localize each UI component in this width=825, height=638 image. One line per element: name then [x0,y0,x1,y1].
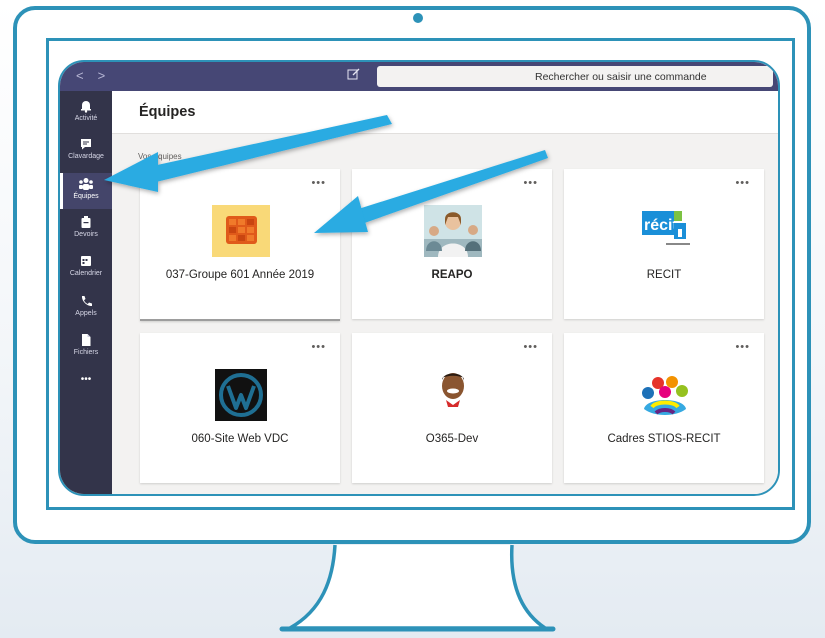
teams-app-window: < > Rechercher ou saisir une commande Act… [58,60,780,496]
colorful-people-logo [642,376,688,415]
rail-item-equipes[interactable]: Équipes [60,173,112,209]
svg-text:récit: récit [644,217,678,234]
rail-item-appels[interactable]: Appels [60,294,112,324]
team-name: RECIT [646,269,682,281]
rail-item-devoirs[interactable]: Devoirs [60,215,112,245]
team-card[interactable]: ••• O365-Dev [352,333,552,483]
teams-content: Équipes Vos équipes ••• 037-Groupe 601 A… [112,91,778,494]
app-bar: Activité Clavardage Équipes Devoirs Cale… [60,91,112,494]
webcam-dot [413,13,423,23]
more-options-icon[interactable]: ••• [311,177,326,189]
more-options-icon[interactable]: ••• [735,177,750,189]
team-card[interactable]: ••• récit RECIT [564,169,764,319]
search-input[interactable]: Rechercher ou saisir une commande [377,66,773,87]
history-navigation: < > [76,68,119,83]
rail-label: Fichiers [73,349,99,356]
more-icon: ••• [80,374,92,385]
page-title: Équipes [139,104,196,120]
team-name: O365-Dev [425,433,479,445]
rail-item-activite[interactable]: Activité [60,99,112,129]
back-arrow-icon[interactable]: < [76,68,84,83]
team-card[interactable]: ••• 060-Site Web VDC [140,333,340,483]
rail-item-clavardage[interactable]: Clavardage [60,137,112,167]
team-name: 037-Groupe 601 Année 2019 [165,269,315,281]
wordpress-logo [215,369,267,421]
rail-item-calendrier[interactable]: Calendrier [60,254,112,284]
compose-icon[interactable] [347,68,360,84]
rail-label: Appels [75,310,97,317]
team-name: 060-Site Web VDC [191,433,289,445]
calendar-icon [81,256,91,266]
rail-item-more[interactable]: ••• [60,374,112,394]
bell-icon [81,101,91,113]
search-placeholder: Rechercher ou saisir une commande [535,70,707,83]
team-name: REAPO [431,269,473,281]
team-card[interactable]: ••• REAPO [352,169,552,319]
more-options-icon[interactable]: ••• [523,341,538,353]
phone-icon [81,296,92,307]
content-header: Équipes [112,91,778,134]
team-card[interactable]: ••• Cadres STIOS-RECIT [564,333,764,483]
rail-label: Devoirs [74,231,98,238]
more-options-icon[interactable]: ••• [523,177,538,189]
orange-grid-logo [212,205,270,257]
chat-icon [81,139,91,150]
teams-icon [79,178,93,190]
rail-item-fichiers[interactable]: Fichiers [60,333,112,363]
cartoon-avatar-logo [440,373,466,421]
files-icon [82,334,91,346]
assignments-icon [81,216,91,228]
recit-logo: récit [636,205,694,257]
forward-arrow-icon[interactable]: > [98,68,106,83]
more-options-icon[interactable]: ••• [735,341,750,353]
more-options-icon[interactable]: ••• [311,341,326,353]
people-photo-logo [424,205,482,257]
rail-label: Clavardage [68,153,104,160]
section-label: Vos équipes [138,152,182,161]
team-card[interactable]: ••• 037-Groupe 601 Année 2019 [140,169,340,321]
rail-label: Calendrier [69,270,103,277]
rail-label: Activité [74,115,98,122]
title-bar: < > Rechercher ou saisir une commande [60,62,778,91]
rail-label: Équipes [73,193,99,200]
team-name: Cadres STIOS-RECIT [607,433,721,445]
